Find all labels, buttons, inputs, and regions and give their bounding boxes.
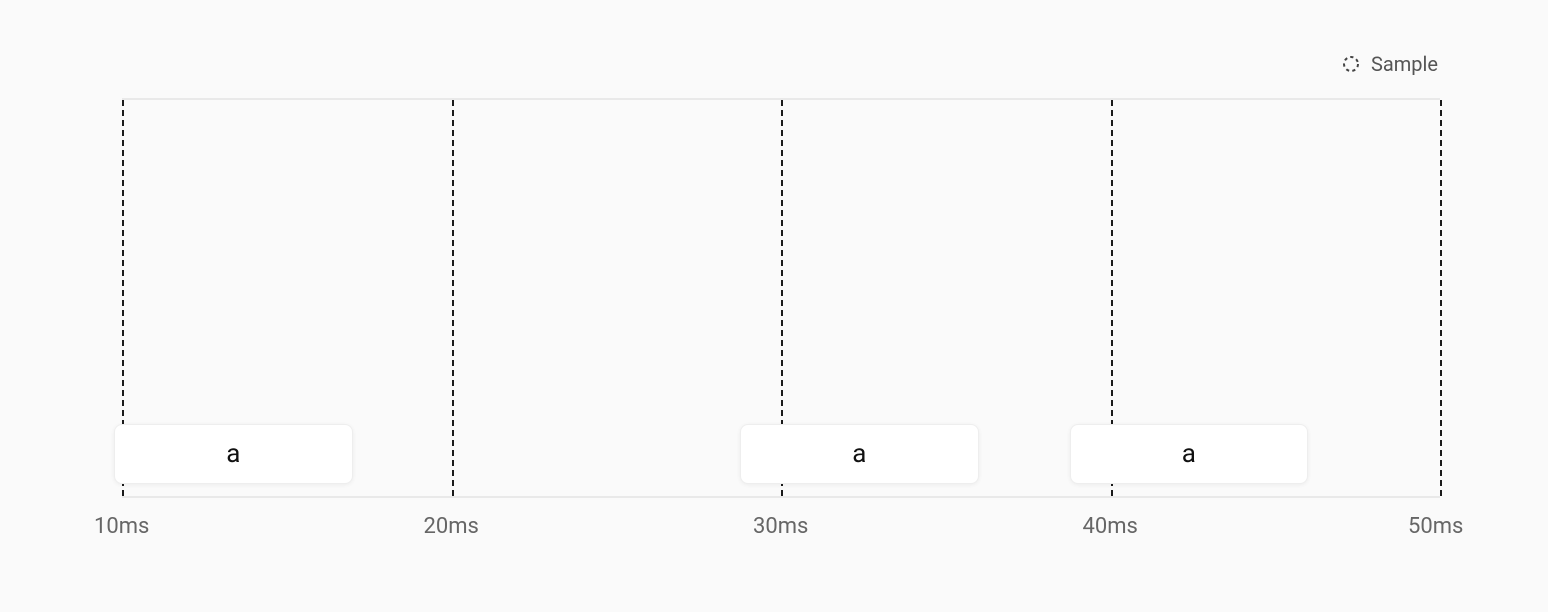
legend-label: Sample (1371, 52, 1438, 76)
axis-tick-label: 50ms (1408, 514, 1463, 539)
timeline-chart: 10ms20ms30ms40ms50msaaa (122, 98, 1440, 498)
gridline (452, 100, 454, 496)
sample-event[interactable]: a (1070, 424, 1309, 484)
sample-event[interactable]: a (114, 424, 353, 484)
gridline (1440, 100, 1442, 496)
dashed-circle-icon (1341, 54, 1361, 74)
axis-tick-label: 30ms (753, 514, 808, 539)
axis-tick-label: 20ms (424, 514, 479, 539)
sample-event[interactable]: a (740, 424, 979, 484)
axis-tick-label: 40ms (1083, 514, 1138, 539)
legend: Sample (1341, 52, 1438, 76)
axis-tick-label: 10ms (94, 514, 149, 539)
